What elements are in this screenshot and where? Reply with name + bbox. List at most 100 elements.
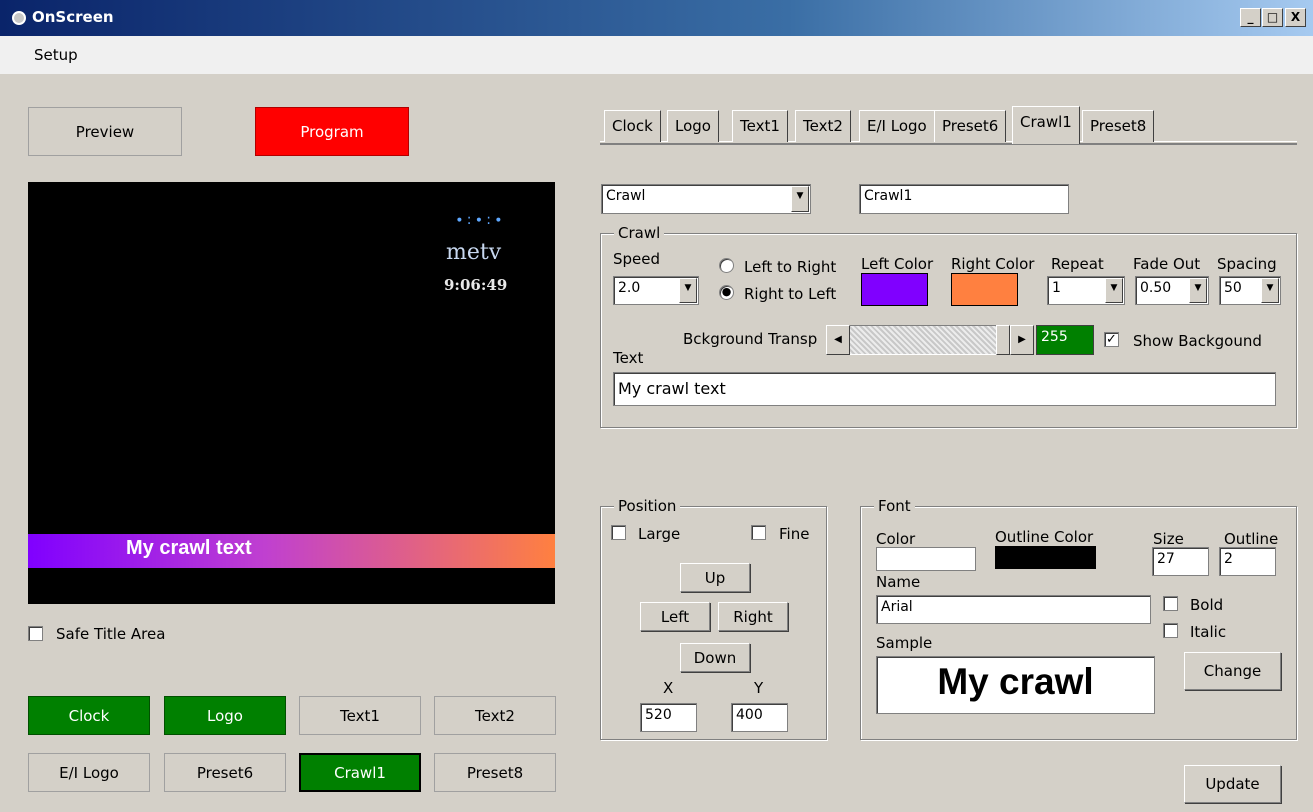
show-background-checkbox[interactable]: ✓ [1104,332,1119,347]
crawl-text-field[interactable]: My crawl text [613,372,1276,406]
speed-select[interactable]: 2.0 ▼ [613,276,699,305]
speed-label: Speed [613,250,661,268]
y-label: Y [754,679,764,697]
font-color-swatch[interactable] [876,547,976,571]
name-label: Name [876,573,921,591]
right-to-left-radio[interactable]: ● [719,285,734,300]
x-field[interactable]: 520 [640,703,697,732]
large-label: Large [638,525,681,543]
safe-title-label: Safe Title Area [56,625,166,643]
program-button[interactable]: Program [255,107,409,156]
name-field[interactable]: Crawl1 [859,184,1069,214]
italic-label: Italic [1190,623,1227,641]
x-label: X [663,679,674,697]
change-font-button[interactable]: Change [1184,652,1281,690]
repeat-label: Repeat [1051,255,1104,273]
right-color-swatch[interactable] [951,273,1018,306]
preset8-button[interactable]: Preset8 [434,753,556,792]
tab-text2[interactable]: Text2 [795,110,851,142]
title-bar: OnScreen _ □ X [0,0,1313,36]
size-field[interactable]: 27 [1152,547,1209,576]
onscreen-clock: 9:06:49 [444,276,508,294]
scroll-left-icon[interactable]: ◀ [826,325,850,355]
position-group-title: Position [614,497,681,515]
bg-transp-thumb[interactable] [996,325,1010,355]
chevron-down-icon[interactable]: ▼ [679,278,697,303]
maximize-button[interactable]: □ [1262,8,1283,27]
tab-logo[interactable]: Logo [667,110,719,142]
crawl1-button[interactable]: Crawl1 [299,753,421,792]
fine-checkbox[interactable] [751,525,766,540]
preview-button[interactable]: Preview [28,107,182,156]
spacing-select-value: 50 [1224,280,1242,296]
text2-button[interactable]: Text2 [434,696,556,735]
tab-preset8[interactable]: Preset8 [1082,110,1155,142]
italic-checkbox[interactable] [1163,623,1178,638]
outline-color-swatch[interactable] [995,546,1096,569]
large-checkbox[interactable] [611,525,626,540]
type-select[interactable]: Crawl ▼ [601,184,811,214]
crawl-bar-text: My crawl text [126,537,252,559]
text1-button[interactable]: Text1 [299,696,421,735]
chevron-down-icon[interactable]: ▼ [1189,278,1207,303]
menu-setup[interactable]: Setup [34,46,78,64]
ei-logo-button[interactable]: E/I Logo [28,753,150,792]
up-button[interactable]: Up [680,563,750,592]
down-button[interactable]: Down [680,643,750,672]
clock-button[interactable]: Clock [28,696,150,735]
show-background-label: Show Backgound [1133,332,1262,350]
type-select-value: Crawl [606,188,646,204]
left-color-swatch[interactable] [861,273,928,306]
left-color-label: Left Color [861,255,934,273]
fadeout-select[interactable]: 0.50 ▼ [1135,276,1209,305]
left-to-right-radio[interactable] [719,258,734,273]
close-button[interactable]: X [1285,8,1306,27]
preset6-button[interactable]: Preset6 [164,753,286,792]
bg-transp-value: 255 [1036,325,1094,355]
logo-button[interactable]: Logo [164,696,286,735]
repeat-select[interactable]: 1 ▼ [1047,276,1125,305]
spacing-select[interactable]: 50 ▼ [1219,276,1281,305]
window-title: OnScreen [32,8,114,26]
fadeout-label: Fade Out [1133,255,1201,273]
logo-dots-icon: ∙:∙:∙ [455,212,506,228]
bg-transp-slider[interactable] [850,325,1004,355]
fadeout-select-value: 0.50 [1140,280,1172,296]
scroll-right-icon[interactable]: ▶ [1010,325,1034,355]
tab-clock[interactable]: Clock [604,110,661,142]
chevron-down-icon[interactable]: ▼ [1105,278,1123,303]
tab-text1[interactable]: Text1 [732,110,788,142]
right-button[interactable]: Right [718,602,788,631]
font-sample: My crawl [876,656,1155,714]
repeat-select-value: 1 [1052,280,1061,296]
outline-color-label: Outline Color [995,528,1094,546]
chevron-down-icon[interactable]: ▼ [791,186,809,212]
right-color-label: Right Color [951,255,1035,273]
outline-field[interactable]: 2 [1219,547,1276,576]
minimize-button[interactable]: _ [1240,8,1261,27]
crawl-group-title: Crawl [614,224,665,242]
tab-preset6[interactable]: Preset6 [934,110,1007,142]
size-label: Size [1153,530,1184,548]
crawl-bar: My crawl text [28,534,555,568]
update-button[interactable]: Update [1184,765,1281,803]
safe-title-checkbox[interactable] [28,626,43,641]
font-group-title: Font [874,497,915,515]
spacing-label: Spacing [1217,255,1277,273]
left-button[interactable]: Left [640,602,710,631]
fine-label: Fine [779,525,810,543]
right-to-left-label: Right to Left [744,285,837,303]
outline-label: Outline [1224,530,1279,548]
tab-crawl1[interactable]: Crawl1 [1012,106,1080,144]
text-label: Text [613,349,644,367]
bg-transp-label: Bckground Transp [683,330,818,348]
font-name-field[interactable]: Arial [876,595,1151,624]
sample-label: Sample [876,634,933,652]
chevron-down-icon[interactable]: ▼ [1261,278,1279,303]
app-icon [12,11,26,25]
station-logo: metv [446,240,502,265]
tab-ei-logo[interactable]: E/I Logo [859,110,935,142]
y-field[interactable]: 400 [731,703,788,732]
left-to-right-label: Left to Right [744,258,837,276]
bold-checkbox[interactable] [1163,596,1178,611]
